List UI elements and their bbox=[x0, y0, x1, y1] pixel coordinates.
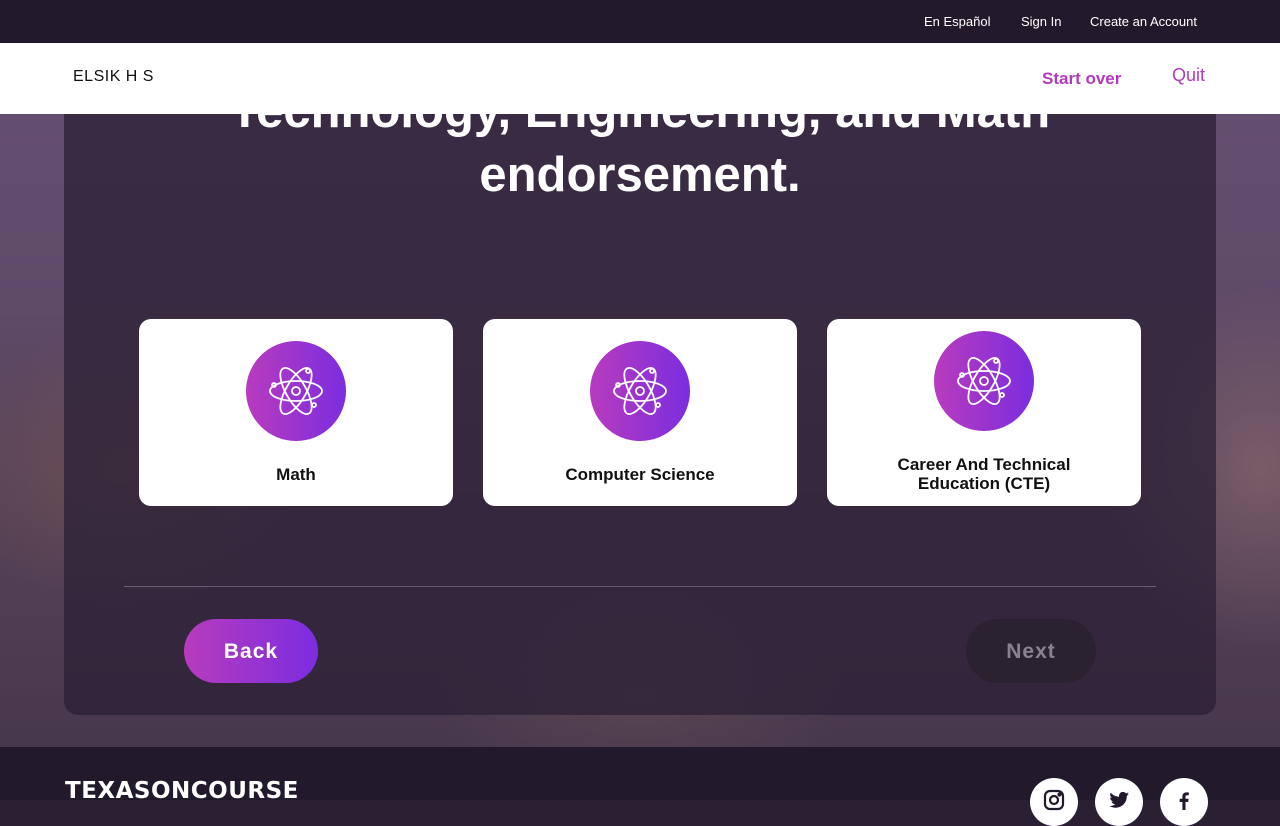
start-over-link[interactable]: Start over bbox=[1042, 69, 1121, 89]
instagram-icon[interactable] bbox=[1030, 778, 1078, 826]
site-header: ELSIK H S Start over Quit bbox=[0, 43, 1280, 114]
atom-icon bbox=[934, 331, 1034, 431]
option-card-math[interactable]: Math bbox=[139, 319, 453, 506]
twitter-icon[interactable] bbox=[1095, 778, 1143, 826]
atom-icon bbox=[246, 341, 346, 441]
sign-in-link[interactable]: Sign In bbox=[1021, 14, 1061, 29]
option-card-cte[interactable]: Career And Technical Education (CTE) bbox=[827, 319, 1141, 506]
texas-on-course-logo: TEXASONCOURSE bbox=[65, 778, 299, 804]
top-utility-bar: En Español Sign In Create an Account bbox=[0, 0, 1280, 43]
create-account-link[interactable]: Create an Account bbox=[1090, 14, 1197, 29]
next-button[interactable]: Next bbox=[966, 619, 1096, 683]
page-heading-line2: endorsement. bbox=[479, 148, 801, 202]
option-card-computer-science[interactable]: Computer Science bbox=[483, 319, 797, 506]
card-label: Math bbox=[276, 465, 316, 484]
site-footer: TEXASONCOURSE bbox=[0, 747, 1280, 826]
atom-icon bbox=[590, 341, 690, 441]
card-label: Career And Technical Education (CTE) bbox=[897, 455, 1071, 493]
card-label: Computer Science bbox=[565, 465, 715, 484]
back-button[interactable]: Back bbox=[184, 619, 318, 683]
facebook-icon[interactable] bbox=[1160, 778, 1208, 826]
spanish-link[interactable]: En Español bbox=[924, 14, 991, 29]
school-name: ELSIK H S bbox=[73, 68, 154, 85]
divider bbox=[124, 586, 1156, 587]
quit-link[interactable]: Quit bbox=[1172, 65, 1205, 86]
